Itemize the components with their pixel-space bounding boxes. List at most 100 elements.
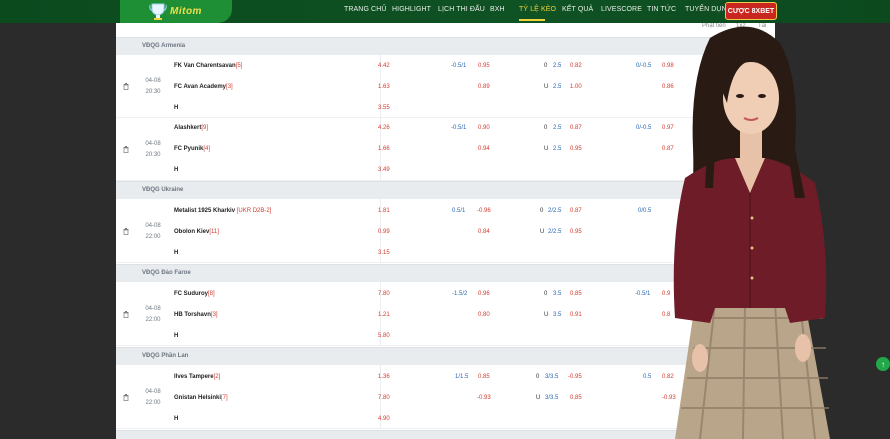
ou-line: 3.5 [553, 312, 562, 318]
odds-1x2-home[interactable]: 7.80 [378, 291, 390, 297]
ou-under-label: U [536, 395, 541, 401]
odds-1x2-draw[interactable]: 3.49 [378, 167, 390, 173]
away-team[interactable]: FC Pyunik[4] [174, 146, 210, 152]
trash-icon[interactable] [123, 228, 129, 235]
ou-under-odds[interactable]: 0.95 [570, 229, 582, 235]
ou-under-label: U [544, 84, 549, 90]
ou-over-odds[interactable]: 0.87 [570, 125, 582, 131]
handicap-line: -0.5/1 [451, 63, 467, 69]
ou-over-odds[interactable]: 0.87 [570, 208, 582, 214]
home-team[interactable]: Alashkert[9] [174, 125, 208, 131]
odds-1x2-away[interactable]: 1.66 [378, 146, 390, 152]
ou-line: 2.5 [553, 125, 562, 131]
odds-1x2-draw[interactable]: 4.90 [378, 416, 390, 422]
home-team[interactable]: Ilves Tampere[2] [174, 374, 220, 380]
nav-lich-thi-dau[interactable]: LỊCH THI ĐẤU [438, 6, 485, 13]
away-team[interactable]: HB Torshavn[3] [174, 312, 218, 318]
ou-under-odds[interactable]: 0.85 [570, 395, 582, 401]
nav-trang-chu[interactable]: TRANG CHỦ [344, 6, 387, 13]
match-time: 22:00 [145, 234, 161, 240]
odds-1x2-home[interactable]: 1.81 [378, 208, 390, 214]
ou-over-label: 0 [544, 63, 548, 69]
handicap-home-odds[interactable]: -0.96 [477, 208, 491, 214]
ou-over-label: 0 [536, 374, 540, 380]
nav-ty-le-keo[interactable]: TỶ LỆ KÈO [519, 6, 556, 13]
logo-trophy-icon[interactable] [148, 1, 168, 21]
odds-1x2-away[interactable]: 0.99 [378, 229, 390, 235]
odds-1x2-home[interactable]: 4.26 [378, 125, 390, 131]
handicap-1h-line: -0.5/1 [635, 291, 651, 297]
trash-icon[interactable] [123, 394, 129, 401]
ou-line: 2.5 [553, 84, 562, 90]
promo-model-image [673, 26, 830, 439]
trash-icon[interactable] [123, 311, 129, 318]
draw-label: H [174, 105, 179, 111]
ou-line: 2.5 [553, 146, 562, 152]
odds-1x2-home[interactable]: 4.42 [378, 63, 390, 69]
ou-under-odds[interactable]: 0.95 [570, 146, 582, 152]
handicap-away-odds[interactable]: 0.94 [478, 146, 490, 152]
away-team[interactable]: Obolon Kiev[11] [174, 229, 219, 235]
odds-1x2-draw[interactable]: 3.15 [378, 250, 390, 256]
draw-label: H [174, 167, 179, 173]
ou-over-label: 0 [540, 208, 544, 214]
handicap-home-odds[interactable]: 0.85 [478, 374, 490, 380]
handicap-home-odds[interactable]: 0.96 [478, 291, 490, 297]
nav-livescore[interactable]: LIVESCORE [601, 6, 642, 13]
ou-under-odds[interactable]: 0.91 [570, 312, 582, 318]
handicap-line: 0.5/1 [452, 208, 466, 214]
trash-icon[interactable] [123, 83, 129, 90]
ou-over-odds[interactable]: -0.95 [568, 374, 582, 380]
draw-label: H [174, 416, 179, 422]
nav-highlight[interactable]: HIGHLIGHT [392, 6, 431, 13]
league-name: VĐQG Phần Lan [142, 353, 189, 359]
match-date: 04-08 [145, 223, 161, 229]
odds-1x2-draw[interactable]: 5.80 [378, 333, 390, 339]
odds-1x2-draw[interactable]: 3.55 [378, 105, 390, 111]
odds-1x2-away[interactable]: 1.21 [378, 312, 390, 318]
logo-text[interactable]: Mitom [170, 6, 202, 17]
odds-1x2-away[interactable]: 7.80 [378, 395, 390, 401]
odds-1x2-home[interactable]: 1.36 [378, 374, 390, 380]
nav-ket-qua[interactable]: KẾT QUẢ [562, 6, 593, 13]
ou-line: 2/2.5 [548, 208, 562, 214]
trash-icon[interactable] [123, 146, 129, 153]
nav-bxh[interactable]: BXH [490, 6, 505, 13]
ou-line: 2.5 [553, 63, 562, 69]
match-date: 04-08 [145, 141, 161, 147]
handicap-home-odds[interactable]: 0.90 [478, 125, 490, 131]
league-name: VĐQG Ukraine [142, 187, 184, 193]
odds-1x2-away[interactable]: 1.63 [378, 84, 390, 90]
ou-line: 3/3.5 [545, 395, 559, 401]
away-team[interactable]: FC Avan Academy[3] [174, 84, 233, 90]
draw-label: H [174, 333, 179, 339]
handicap-1h-line: 0/-0.5 [636, 125, 652, 131]
ou-over-label: 0 [544, 125, 548, 131]
match-time: 22:00 [145, 400, 161, 406]
nav-tin-tuc[interactable]: TIN TỨC [647, 6, 676, 13]
match-time: 20:30 [145, 89, 161, 95]
match-date: 04-08 [145, 389, 161, 395]
ou-over-odds[interactable]: 0.82 [570, 63, 582, 69]
handicap-1h-line: 0.5 [643, 374, 652, 380]
handicap-line: 1/1.5 [455, 374, 469, 380]
handicap-away-odds[interactable]: 0.84 [478, 229, 490, 235]
match-time: 22:00 [145, 317, 161, 323]
home-team[interactable]: FK Van Charentsavan[5] [174, 63, 242, 69]
handicap-line: -0.5/1 [451, 125, 467, 131]
ou-under-odds[interactable]: 1.00 [570, 84, 582, 90]
home-team[interactable]: FC Suduroy[8] [174, 291, 215, 297]
league-name: VĐQG Armenia [142, 43, 186, 49]
match-time: 20:30 [145, 152, 161, 158]
scroll-to-top-button[interactable]: ↑ [876, 357, 890, 371]
handicap-away-odds[interactable]: 0.89 [478, 84, 490, 90]
handicap-away-odds[interactable]: 0.80 [478, 312, 490, 318]
home-team[interactable]: Metalist 1925 Kharkiv [UKR D2B-2] [174, 208, 271, 214]
ou-over-odds[interactable]: 0.85 [570, 291, 582, 297]
handicap-away-odds[interactable]: -0.93 [477, 395, 491, 401]
ou-line: 2/2.5 [548, 229, 562, 235]
league-name: VĐQG Đảo Faroe [142, 270, 191, 276]
away-team[interactable]: Gnistan Helsinki[7] [174, 395, 228, 401]
handicap-home-odds[interactable]: 0.95 [478, 63, 490, 69]
match-date: 04-08 [145, 78, 161, 84]
